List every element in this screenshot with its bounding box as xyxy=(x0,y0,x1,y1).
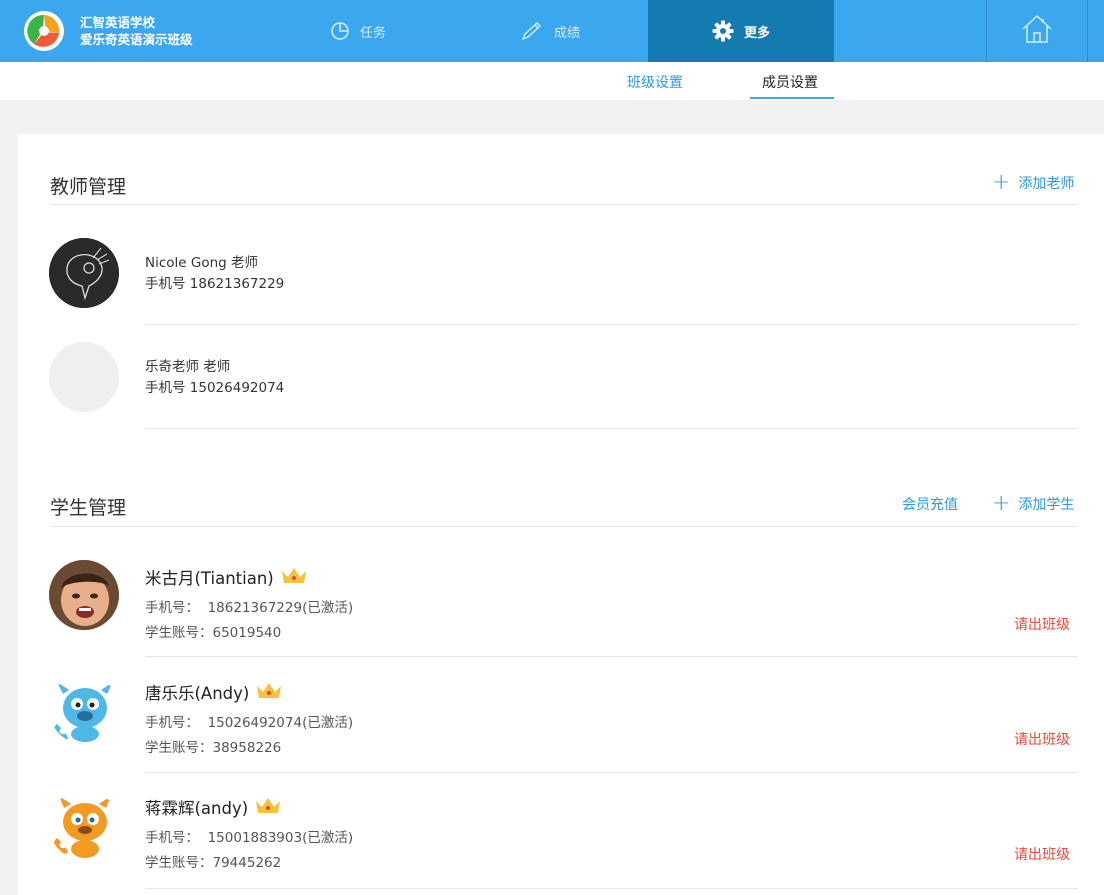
recharge-membership-link[interactable]: 会员充值 xyxy=(902,494,958,514)
row-divider xyxy=(145,324,1078,325)
home-button[interactable] xyxy=(986,0,1088,62)
add-student-label: 添加学生 xyxy=(1018,497,1075,513)
vip-crown-icon xyxy=(280,565,308,589)
avatar xyxy=(49,238,119,308)
plus-icon: + xyxy=(992,491,1011,516)
class-name: 爱乐奇英语演示班级 xyxy=(80,32,193,47)
vip-crown-icon xyxy=(254,795,282,819)
nav-scores[interactable]: 成绩 xyxy=(520,0,580,62)
plus-icon: + xyxy=(992,170,1011,195)
avatar xyxy=(49,342,119,412)
nav-more[interactable]: 更多 xyxy=(648,0,834,62)
student-phone: 手机号： 18621367229(已激活) xyxy=(145,600,354,616)
row-divider xyxy=(145,888,1078,889)
nav-tasks-label: 任务 xyxy=(360,25,387,41)
avatar xyxy=(49,790,119,860)
left-gutter xyxy=(0,134,18,895)
row-divider xyxy=(145,656,1078,657)
student-account: 学生账号：38958226 xyxy=(145,740,282,756)
add-teacher-button[interactable]: + 添加老师 xyxy=(992,170,1075,195)
students-section-title: 学生管理 xyxy=(50,497,127,519)
home-icon xyxy=(1021,14,1053,48)
student-name-row: 蒋霖辉(andy) xyxy=(145,795,282,819)
active-tab-indicator xyxy=(750,97,834,99)
pencil-icon xyxy=(520,21,544,41)
section-spacer xyxy=(0,100,1104,134)
student-account: 学生账号：79445262 xyxy=(145,855,282,871)
gear-icon xyxy=(712,20,734,42)
avatar xyxy=(49,674,119,744)
nav-tasks[interactable]: 任务 xyxy=(330,0,386,62)
student-name: 蒋霖辉(andy) xyxy=(145,799,249,818)
add-student-button[interactable]: + 添加学生 xyxy=(992,491,1075,516)
divider xyxy=(50,526,1078,527)
student-name: 米古月(Tiantian) xyxy=(145,569,274,588)
row-divider xyxy=(145,428,1078,429)
recharge-label: 会员充值 xyxy=(902,497,958,513)
nav-more-label: 更多 xyxy=(743,25,770,41)
teacher-name: 乐奇老师 老师 xyxy=(145,359,231,375)
remove-from-class-button[interactable]: 请出班级 xyxy=(1014,844,1070,864)
pie-chart-icon xyxy=(330,21,350,41)
student-name-row: 唐乐乐(Andy) xyxy=(145,680,283,704)
vip-crown-icon xyxy=(255,680,283,704)
add-teacher-label: 添加老师 xyxy=(1018,176,1075,192)
student-phone: 手机号： 15026492074(已激活) xyxy=(145,715,354,731)
teacher-name: Nicole Gong 老师 xyxy=(145,255,259,271)
teachers-section-title: 教师管理 xyxy=(50,176,127,198)
sub-tabs: 班级设置 成员设置 xyxy=(0,62,1104,100)
row-divider xyxy=(145,772,1078,773)
student-phone: 手机号： 15001883903(已激活) xyxy=(145,830,354,846)
student-account: 学生账号：65019540 xyxy=(145,625,282,641)
student-name-row: 米古月(Tiantian) xyxy=(145,565,308,589)
teacher-phone: 手机号 15026492074 xyxy=(145,380,285,396)
nav-scores-label: 成绩 xyxy=(554,25,581,41)
school-name: 汇智英语学校 xyxy=(80,15,156,30)
top-nav-bar: 汇智英语学校 爱乐奇英语演示班级 任务 成绩 更多 xyxy=(0,0,1104,62)
remove-from-class-button[interactable]: 请出班级 xyxy=(1014,614,1070,634)
tab-member-settings[interactable]: 成员设置 xyxy=(762,72,818,92)
tab-class-settings[interactable]: 班级设置 xyxy=(627,72,683,92)
divider xyxy=(50,204,1078,205)
brand: 汇智英语学校 爱乐奇英语演示班级 xyxy=(24,10,193,52)
student-name: 唐乐乐(Andy) xyxy=(145,684,250,703)
remove-from-class-button[interactable]: 请出班级 xyxy=(1014,729,1070,749)
teacher-phone: 手机号 18621367229 xyxy=(145,276,285,292)
school-logo-icon xyxy=(24,11,64,51)
avatar xyxy=(49,560,119,630)
